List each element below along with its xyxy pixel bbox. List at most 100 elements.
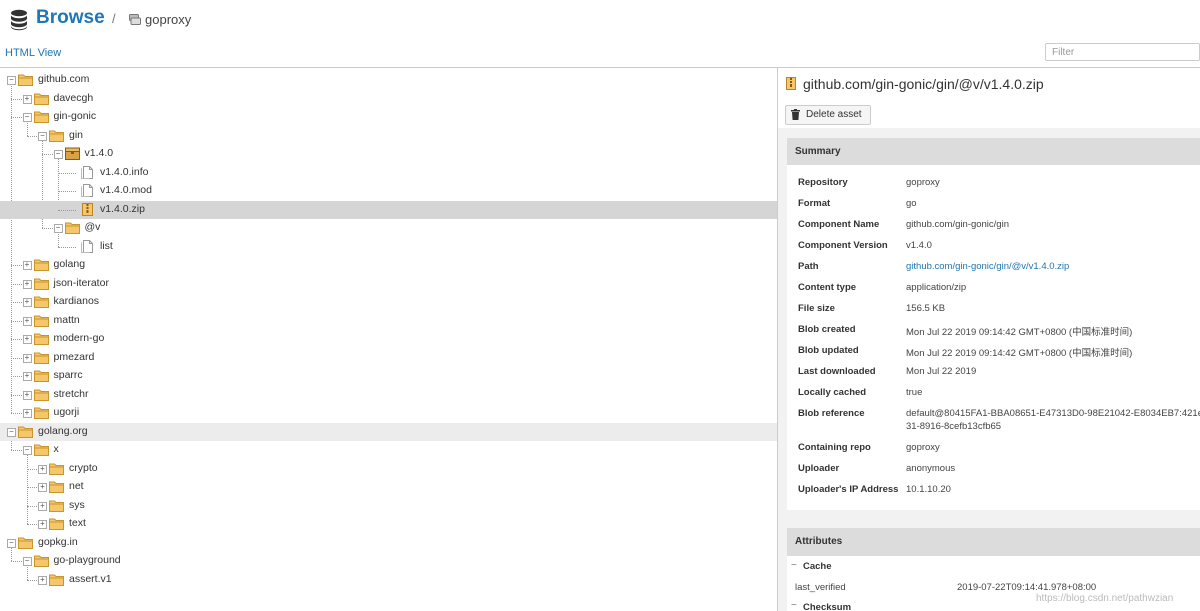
tree-node[interactable]: − @v: [0, 219, 777, 237]
tree-node[interactable]: + sparrc: [0, 367, 777, 385]
tree-node-label: sparrc: [53, 369, 83, 381]
tree-node[interactable]: + kardianos: [0, 293, 777, 311]
filter-input[interactable]: [1045, 43, 1200, 61]
summary-key: Content type: [798, 282, 857, 293]
tree-node[interactable]: + net: [0, 478, 777, 496]
summary-value: 10.1.10.20: [906, 484, 951, 495]
expand-toggle-icon[interactable]: +: [22, 316, 32, 326]
tree-node[interactable]: v1.4.0.info: [0, 164, 777, 182]
expand-toggle-icon[interactable]: +: [22, 261, 32, 270]
file-icon: [80, 184, 95, 197]
expand-toggle-icon[interactable]: +: [38, 575, 47, 585]
tree-node-label: golang.org: [38, 424, 88, 437]
tree-guide-line: [57, 191, 76, 192]
tree-node[interactable]: list: [0, 238, 777, 256]
tree-node[interactable]: − v1.4.0: [0, 145, 777, 163]
summary-value: Mon Jul 22 2019 09:14:42 GMT+0800 (中国标准时…: [906, 327, 1133, 338]
folder-icon: [33, 406, 49, 419]
tree-node[interactable]: + davecgh: [0, 90, 777, 108]
tree-node[interactable]: + golang: [0, 256, 777, 274]
breadcrumb-separator: /: [112, 11, 116, 26]
expand-toggle-icon[interactable]: +: [22, 94, 32, 104]
tree-node[interactable]: − gin-gonic: [0, 108, 777, 126]
collapse-toggle-icon[interactable]: −: [22, 113, 32, 122]
page-title[interactable]: Browse: [36, 7, 105, 29]
summary-key: Component Name: [798, 219, 880, 230]
expand-toggle-icon[interactable]: +: [38, 501, 47, 511]
path-link[interactable]: github.com/gin-gonic/gin/@v/v1.4.0.zip: [906, 261, 1069, 272]
tree-node-label: stretchr: [53, 387, 89, 400]
expand-toggle-icon[interactable]: +: [22, 372, 32, 381]
expand-toggle-icon[interactable]: +: [22, 409, 32, 418]
tree-node-label: text: [69, 517, 86, 529]
tree-node[interactable]: − golang.org: [0, 422, 777, 441]
expand-toggle-icon[interactable]: +: [22, 353, 32, 363]
tree-node[interactable]: + ugorji: [0, 404, 777, 422]
tree-node[interactable]: + modern-go: [0, 330, 777, 348]
summary-key: Last downloaded: [798, 366, 876, 377]
summary-key: Locally cached: [798, 387, 867, 398]
delete-asset-label: Delete asset: [806, 109, 862, 120]
collapse-toggle-icon[interactable]: −: [7, 76, 16, 85]
folder-icon: [18, 536, 33, 549]
expand-toggle-icon[interactable]: +: [38, 483, 47, 492]
tree-node[interactable]: v1.4.0.mod: [0, 182, 777, 200]
folder-icon: [33, 388, 49, 401]
collapse-toggle-icon[interactable]: −: [53, 224, 63, 233]
folder-icon: [64, 221, 80, 234]
collapse-toggle-icon[interactable]: −: [22, 557, 32, 566]
folder-icon: [49, 517, 64, 530]
tree-node[interactable]: + json-iterator: [0, 275, 777, 293]
tree-node[interactable]: + mattn: [0, 312, 777, 330]
database-icon: [11, 9, 27, 31]
attributes-header[interactable]: Attributes: [787, 528, 1200, 556]
summary-key: File size: [798, 303, 835, 314]
collapse-toggle-icon[interactable]: −: [22, 446, 32, 455]
summary-value: github.com/gin-gonic/gin: [906, 219, 1009, 230]
checksum-collapse-icon[interactable]: −: [791, 600, 797, 611]
tree-node[interactable]: − gopkg.in: [0, 534, 777, 552]
tree-node[interactable]: + pmezard: [0, 349, 777, 367]
expand-toggle-icon[interactable]: +: [38, 520, 47, 529]
folder-icon: [33, 554, 49, 567]
expand-toggle-icon[interactable]: +: [38, 464, 47, 474]
tree-node[interactable]: v1.4.0.zip: [0, 200, 777, 219]
tree-node[interactable]: − github.com: [0, 71, 777, 89]
tree-node[interactable]: + stretchr: [0, 386, 777, 404]
expand-toggle-icon[interactable]: +: [22, 279, 32, 289]
summary-value: goproxy: [906, 177, 940, 188]
breadcrumb-repository[interactable]: goproxy: [145, 12, 191, 27]
folder-icon: [33, 110, 49, 123]
tree-node-label: sys: [69, 498, 85, 511]
summary-value: application/zip: [906, 282, 967, 293]
tree-node[interactable]: + text: [0, 515, 777, 533]
package-icon: [64, 147, 80, 160]
expand-toggle-icon[interactable]: +: [22, 298, 32, 307]
summary-key: Uploader's IP Address: [798, 484, 899, 495]
collapse-toggle-icon[interactable]: −: [7, 427, 16, 437]
tree-node[interactable]: + sys: [0, 497, 777, 515]
tree-node[interactable]: + assert.v1: [0, 571, 777, 589]
html-view-link[interactable]: HTML View: [5, 47, 61, 59]
collapse-toggle-icon[interactable]: −: [53, 150, 63, 159]
collapse-toggle-icon[interactable]: −: [7, 538, 16, 548]
summary-key: Blob created: [798, 324, 856, 335]
folder-icon: [33, 277, 49, 290]
tree-node[interactable]: − go-playground: [0, 552, 777, 570]
tree-node[interactable]: + crypto: [0, 460, 777, 478]
tree-node-label: v1.4.0.mod: [100, 184, 152, 196]
cache-collapse-icon[interactable]: −: [791, 560, 797, 571]
summary-key: Uploader: [798, 463, 840, 474]
summary-value: v1.4.0: [906, 240, 932, 251]
tree-node-label: golang: [53, 258, 86, 270]
delete-asset-button[interactable]: Delete asset: [785, 105, 871, 125]
tree-node[interactable]: − gin: [0, 127, 777, 145]
collapse-toggle-icon[interactable]: −: [38, 131, 47, 141]
expand-toggle-icon[interactable]: +: [22, 335, 32, 344]
tree-node[interactable]: − x: [0, 441, 777, 459]
tree-node-label: modern-go: [53, 332, 105, 344]
summary-value: go: [906, 198, 917, 209]
expand-toggle-icon[interactable]: +: [22, 390, 32, 400]
folder-icon: [33, 314, 49, 327]
summary-header[interactable]: Summary: [787, 138, 1200, 166]
